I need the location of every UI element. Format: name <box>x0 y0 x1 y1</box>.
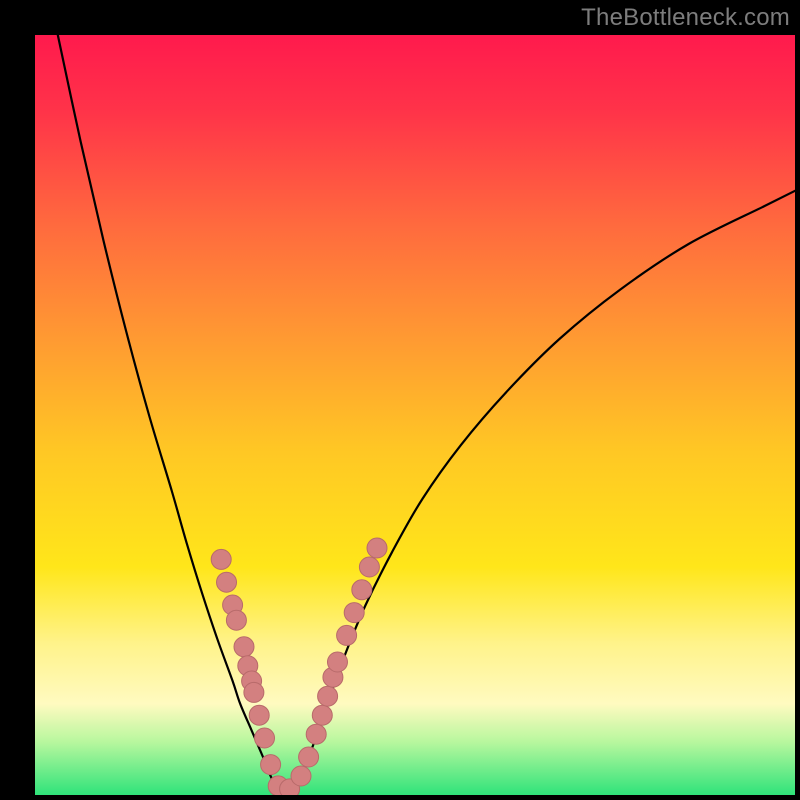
data-marker <box>359 557 379 577</box>
data-marker <box>299 747 319 767</box>
data-marker <box>255 728 275 748</box>
data-marker <box>327 652 347 672</box>
data-marker <box>318 686 338 706</box>
data-marker <box>352 580 372 600</box>
data-marker <box>306 724 326 744</box>
data-marker <box>337 625 357 645</box>
watermark-label: TheBottleneck.com <box>581 4 790 32</box>
bottleneck-chart <box>0 0 800 800</box>
data-marker <box>312 705 332 725</box>
data-marker <box>249 705 269 725</box>
data-marker <box>261 755 281 775</box>
chart-frame: TheBottleneck.com <box>0 0 800 800</box>
data-marker <box>244 682 264 702</box>
data-marker <box>234 637 254 657</box>
data-marker <box>367 538 387 558</box>
data-marker <box>344 603 364 623</box>
data-marker <box>291 766 311 786</box>
data-marker <box>226 610 246 630</box>
data-marker <box>211 549 231 569</box>
data-marker <box>217 572 237 592</box>
